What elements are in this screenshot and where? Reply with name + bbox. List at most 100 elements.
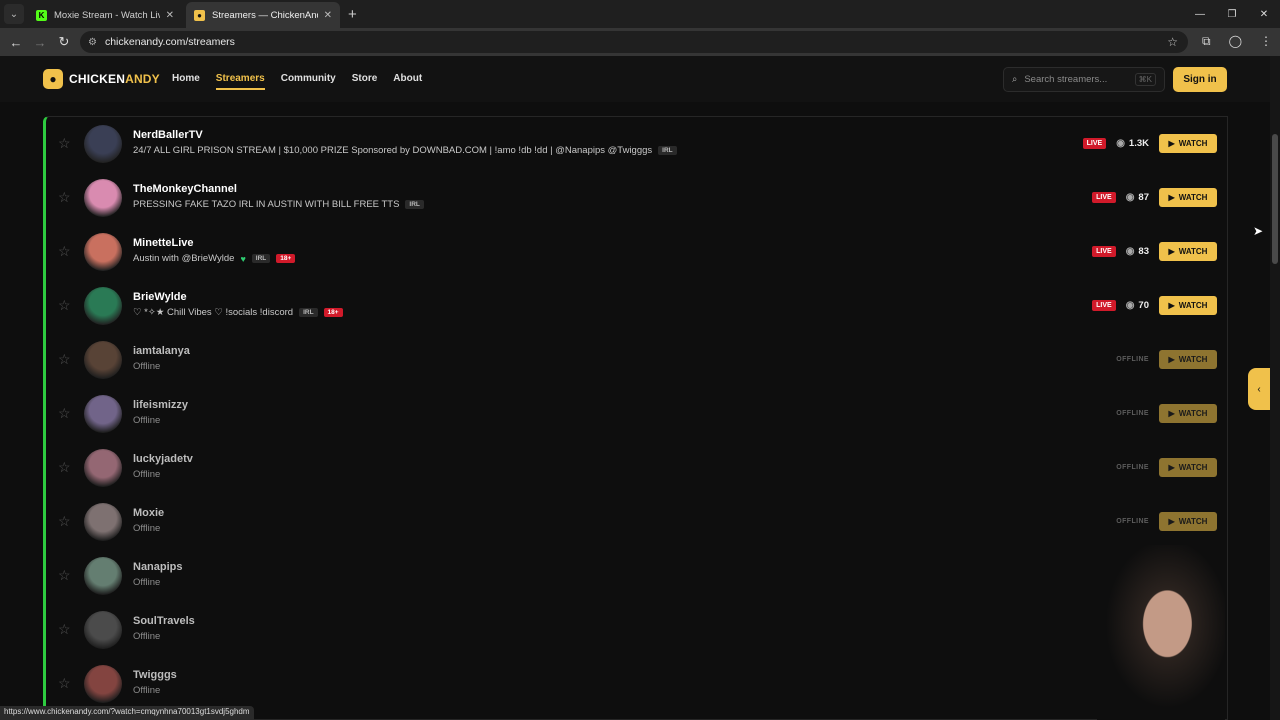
avatar[interactable] [84, 449, 122, 487]
favorite-star-icon[interactable]: ☆ [58, 243, 71, 260]
close-tab-icon[interactable]: ✕ [166, 10, 174, 21]
watch-button[interactable]: ▶WATCH [1159, 404, 1217, 423]
back-icon[interactable]: ← [4, 35, 28, 50]
streamer-name[interactable]: BrieWylde [133, 291, 187, 303]
page-scrollbar[interactable] [1270, 56, 1280, 720]
row-actions: LIVE ◉ 70 ▶ WATCH [1092, 296, 1217, 315]
streamer-name[interactable]: MinetteLive [133, 237, 194, 249]
restore-icon[interactable]: ❐ [1216, 0, 1248, 28]
watch-button[interactable]: ▶WATCH [1159, 512, 1217, 531]
stream-title-text: ♡ *✧★ Chill Vibes ♡ !socials !discord [133, 307, 294, 318]
streamer-row[interactable]: ☆ SoulTravels Offline OFFLINE ▶WATCH [46, 603, 1227, 657]
favorite-star-icon[interactable]: ☆ [58, 351, 71, 368]
tab-title: Moxie Stream - Watch Live on Ki [54, 9, 160, 21]
row-actions: LIVE ◉ 83 ▶ WATCH [1092, 242, 1217, 261]
browser-tab-kick[interactable]: K Moxie Stream - Watch Live on Ki ✕ [28, 2, 182, 28]
streamer-row[interactable]: ☆ iamtalanya Offline OFFLINE ▶ WATCH [46, 333, 1227, 387]
streamer-name[interactable]: lifeismizzy [133, 399, 188, 411]
avatar[interactable] [84, 233, 122, 271]
stream-title-text: Offline [133, 523, 161, 534]
site-logo[interactable]: ● CHICKENANDY [43, 69, 160, 89]
address-bar[interactable]: ⚙ chickenandy.com/streamers ☆ [80, 31, 1188, 53]
site-info-icon[interactable]: ⚙ [88, 37, 97, 48]
watch-button[interactable]: ▶WATCH [1159, 134, 1217, 153]
watch-button[interactable]: ▶WATCH [1159, 296, 1217, 315]
nav-streamers[interactable]: Streamers [215, 73, 265, 90]
menu-icon[interactable]: ⋮ [1260, 34, 1272, 49]
row-actions: OFFLINE ▶WATCH [1116, 458, 1217, 477]
streamer-name[interactable]: NerdBallerTV [133, 129, 203, 141]
favorite-star-icon[interactable]: ☆ [58, 189, 71, 206]
streamer-name[interactable]: TheMonkeyChannel [133, 183, 237, 195]
stream-title: Offline [133, 361, 160, 372]
forward-icon[interactable]: → [28, 35, 52, 50]
avatar[interactable] [84, 395, 122, 433]
extensions-icon[interactable]: ⧉ [1202, 34, 1211, 49]
favorite-star-icon[interactable]: ☆ [58, 621, 71, 638]
nav-home[interactable]: Home [172, 73, 200, 90]
favorite-star-icon[interactable]: ☆ [58, 567, 71, 584]
streamer-row[interactable]: ☆ Twigggs Offline OFFLINE ▶WATCH [46, 657, 1227, 711]
adult-tag: 18+ [276, 254, 296, 263]
streamer-row[interactable]: ☆ BrieWylde ♡ *✧★ Chill Vibes ♡ !socials… [46, 279, 1227, 333]
streamer-name[interactable]: Nanapips [133, 561, 183, 573]
row-actions: LIVE ◉ 87 ▶ WATCH [1092, 188, 1217, 207]
nav-store[interactable]: Store [352, 73, 378, 90]
watch-button[interactable]: ▶WATCH [1159, 188, 1217, 207]
stream-title-text: Offline [133, 685, 161, 696]
mouse-cursor-icon: ➤ [1253, 224, 1264, 238]
nav-about[interactable]: About [393, 73, 422, 90]
scrollbar-thumb[interactable] [1272, 134, 1278, 264]
row-actions: OFFLINE ▶WATCH [1116, 512, 1217, 531]
avatar[interactable] [84, 287, 122, 325]
tab-search-icon[interactable]: ⌄ [4, 4, 24, 24]
signin-button[interactable]: Sign in [1173, 67, 1227, 92]
avatar[interactable] [84, 125, 122, 163]
stream-title: Offline [133, 577, 160, 588]
bookmark-star-icon[interactable]: ☆ [1167, 35, 1178, 49]
streamer-row[interactable]: ☆ TheMonkeyChannel PRESSING FAKE TAZO IR… [46, 171, 1227, 225]
logo-text: CHICKENANDY [69, 72, 160, 86]
favorite-star-icon[interactable]: ☆ [58, 459, 71, 476]
streamer-row[interactable]: ☆ Moxie Offline OFFLINE ▶ WATCH [46, 495, 1227, 549]
stream-title: PRESSING FAKE TAZO IRL IN AUSTIN WITH BI… [133, 199, 424, 210]
close-tab-icon[interactable]: ✕ [324, 10, 332, 21]
profile-icon[interactable]: ◯ [1229, 34, 1242, 49]
browser-tab-chickenandy[interactable]: ● Streamers — ChickenAndy ✕ [186, 2, 340, 28]
watch-button[interactable]: ▶WATCH [1159, 350, 1217, 369]
row-actions: OFFLINE ▶WATCH [1116, 404, 1217, 423]
streamer-row[interactable]: ☆ MinetteLive Austin with @BrieWylde ♥ IRL… [46, 225, 1227, 279]
streamer-row[interactable]: ☆ Nanapips Offline OFFLINE ▶WATCH [46, 549, 1227, 603]
minimize-icon[interactable]: — [1184, 0, 1216, 28]
streamer-name[interactable]: luckyjadetv [133, 453, 193, 465]
favorite-star-icon[interactable]: ☆ [58, 675, 71, 692]
favorite-star-icon[interactable]: ☆ [58, 513, 71, 530]
reload-icon[interactable]: ↻ [52, 34, 76, 50]
favorite-star-icon[interactable]: ☆ [58, 135, 71, 152]
search-shortcut: ⌘K [1134, 73, 1156, 86]
streamer-name[interactable]: Moxie [133, 507, 164, 519]
avatar[interactable] [84, 503, 122, 541]
streamer-row[interactable]: ☆ luckyjadetv Offline OFFLINE ▶ WATCH [46, 441, 1227, 495]
watch-button[interactable]: ▶WATCH [1159, 458, 1217, 477]
streamer-name[interactable]: Twigggs [133, 669, 177, 681]
avatar[interactable] [84, 665, 122, 703]
streamer-row[interactable]: ☆ lifeismizzy Offline OFFLINE ▶ WATCH [46, 387, 1227, 441]
side-panel-toggle-icon[interactable]: ‹ [1248, 368, 1270, 410]
avatar[interactable] [84, 557, 122, 595]
streamer-row[interactable]: ☆ NerdBallerTV 24/7 ALL GIRL PRISON STRE… [46, 117, 1227, 171]
live-badge: LIVE [1082, 138, 1107, 149]
avatar[interactable] [84, 611, 122, 649]
nav-community[interactable]: Community [281, 73, 336, 90]
avatar[interactable] [84, 179, 122, 217]
watch-button[interactable]: ▶WATCH [1159, 242, 1217, 261]
streamer-name[interactable]: SoulTravels [133, 615, 195, 627]
avatar[interactable] [84, 341, 122, 379]
close-window-icon[interactable]: ✕ [1248, 0, 1280, 28]
favorite-star-icon[interactable]: ☆ [58, 405, 71, 422]
play-icon: ▶ [1168, 355, 1175, 364]
search-input[interactable]: ⌕ Search streamers... ⌘K [1003, 67, 1165, 92]
streamer-name[interactable]: iamtalanya [133, 345, 190, 357]
new-tab-icon[interactable]: + [348, 6, 357, 23]
favorite-star-icon[interactable]: ☆ [58, 297, 71, 314]
